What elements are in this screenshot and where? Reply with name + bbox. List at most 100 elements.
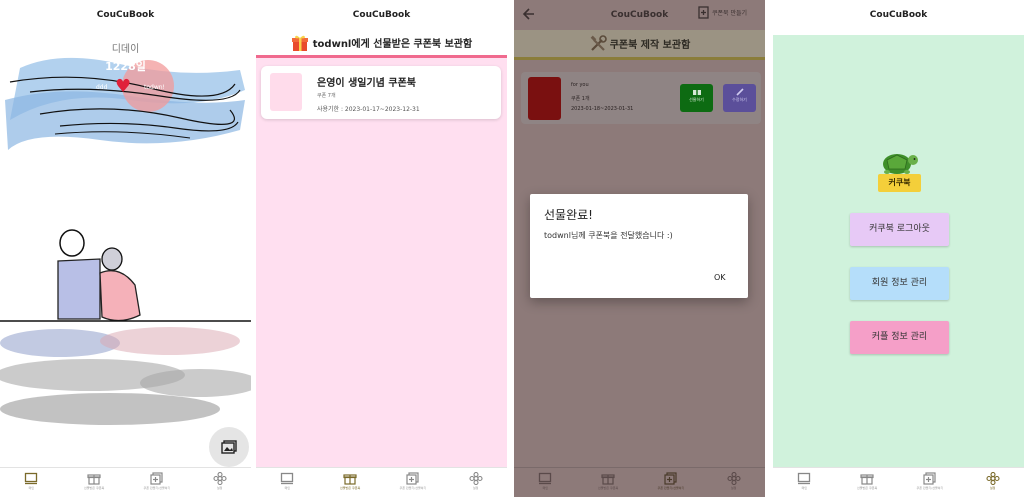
bottom-nav: 메인 선물받은 쿠폰북 쿠폰 만들기/선물하기 설정 [773, 467, 1024, 497]
nav-received[interactable]: 선물받은 쿠폰북 [577, 468, 640, 497]
coupon-book-card[interactable]: for you 쿠폰 1개 2023-01-18~2023-01-31 선물하기… [521, 72, 761, 124]
nav-label: 설정 [216, 486, 223, 490]
nav-settings[interactable]: 설정 [444, 468, 507, 497]
coupon-period: 2023-01-18~2023-01-31 [571, 106, 634, 112]
dday-count: 1228일 [105, 60, 146, 73]
made-header: 쿠폰북 제작 보관함 [514, 30, 765, 60]
dialog-title: 선물완료! [544, 208, 593, 222]
add-icon [923, 472, 936, 485]
made-header-title: 쿠폰북 제작 보관함 [609, 40, 691, 51]
settings-screen: CouCuBook 커쿠북 커쿠북 로그아웃 회원 정보 관리 커플 정보 관리… [773, 0, 1024, 497]
logout-button[interactable]: 커쿠북 로그아웃 [850, 213, 949, 246]
nav-label: 설정 [989, 486, 996, 490]
nav-home[interactable]: 메인 [773, 468, 836, 497]
partner-name-left: ddd [96, 84, 108, 91]
couple-info-button[interactable]: 커플 정보 관리 [850, 321, 949, 354]
home-board-icon [539, 472, 552, 485]
nav-home[interactable]: 메인 [0, 468, 63, 497]
gift-icon [860, 474, 874, 485]
nav-make[interactable]: 쿠폰 만들기/선물하기 [126, 468, 189, 497]
logo-label: 커쿠북 [878, 174, 921, 192]
add-icon [150, 472, 163, 485]
received-screen: CouCuBook todwnl에게 선물받은 쿠폰북 보관함 은영이 생일기념… [256, 0, 507, 497]
settings-icon [213, 472, 227, 485]
partner-name-right: todwn! [144, 84, 165, 91]
nav-settings[interactable]: 설정 [188, 468, 251, 497]
edit-button-label: 수정하기 [732, 97, 747, 102]
dialog-ok-button[interactable]: OK [714, 273, 726, 282]
nav-label: 쿠폰 만들기/선물하기 [143, 486, 171, 490]
turtle-logo-icon [883, 154, 918, 174]
settings-background [773, 35, 1024, 467]
settings-icon [986, 472, 1000, 485]
made-screen: CouCuBook 쿠폰북 만들기 쿠폰북 제작 보관함 for you 쿠폰 … [514, 0, 765, 497]
coupon-book-title: 은영이 생일기념 쿠폰북 [317, 78, 416, 89]
nav-label: 선물받은 쿠폰북 [856, 486, 878, 490]
nav-label: 메인 [542, 486, 549, 490]
settings-icon [727, 472, 741, 485]
nav-make[interactable]: 쿠폰 만들기/선물하기 [899, 468, 962, 497]
gift-button-label: 선물하기 [689, 97, 704, 102]
gift-box-icon [291, 35, 308, 51]
nav-label: 선물받은 쿠폰북 [597, 486, 619, 490]
nav-label: 쿠폰 만들기/선물하기 [916, 486, 944, 490]
nav-label: 설정 [472, 486, 479, 490]
app-title: CouCuBook [869, 10, 928, 20]
nav-settings[interactable]: 설정 [702, 468, 765, 497]
home-board-icon [798, 472, 811, 485]
nav-received[interactable]: 선물받은 쿠폰북 [836, 468, 899, 497]
bottom-nav: 메인 선물받은 쿠폰북 쿠폰 만들기/선물하기 설정 [256, 467, 507, 497]
bottom-nav: 메인 선물받은 쿠폰북 쿠폰 만들기/선물하기 설정 [514, 467, 765, 497]
nav-label: 메인 [801, 486, 808, 490]
heart-icon: ♥ [115, 76, 132, 97]
pencil-icon [735, 88, 744, 96]
nav-home[interactable]: 메인 [514, 468, 577, 497]
nav-label: 선물받은 쿠폰북 [339, 486, 361, 490]
coupon-book-card[interactable]: 은영이 생일기념 쿠폰북 쿠폰 7개 사용기한 : 2023-01-17~202… [261, 66, 501, 119]
gift-icon [87, 474, 101, 485]
app-title: CouCuBook [352, 10, 411, 20]
nav-received[interactable]: 선물받은 쿠폰북 [319, 468, 382, 497]
nav-received[interactable]: 선물받은 쿠폰북 [63, 468, 126, 497]
image-icon [221, 440, 237, 454]
home-board-icon [25, 472, 38, 485]
coupon-book-title: for you [571, 82, 589, 88]
add-icon [664, 472, 677, 485]
received-header: todwnl에게 선물받은 쿠폰북 보관함 [256, 30, 507, 58]
back-arrow-icon[interactable] [522, 7, 536, 21]
nav-label: 설정 [730, 486, 737, 490]
nav-label: 선물받은 쿠폰북 [83, 486, 105, 490]
coupon-count: 쿠폰 1개 [571, 96, 590, 102]
gift-complete-dialog: 선물완료! todwnl님께 쿠폰북을 전달했습니다 :) OK [530, 194, 748, 298]
edit-button[interactable]: 수정하기 [723, 84, 756, 112]
book-add-icon [698, 6, 709, 19]
dialog-message: todwnl님께 쿠폰북을 전달했습니다 :) [544, 231, 673, 240]
gift-icon [343, 474, 357, 485]
tools-icon [590, 34, 607, 51]
make-coupon-book-button[interactable]: 쿠폰북 만들기 [698, 6, 747, 19]
nav-settings[interactable]: 설정 [961, 468, 1024, 497]
member-info-button[interactable]: 회원 정보 관리 [850, 267, 949, 300]
nav-label: 쿠폰 만들기/선물하기 [399, 486, 427, 490]
make-coupon-book-label: 쿠폰북 만들기 [712, 10, 748, 17]
received-header-title: todwnl에게 선물받은 쿠폰북 보관함 [312, 39, 473, 50]
coupon-book-cover [270, 73, 302, 111]
settings-icon [469, 472, 483, 485]
home-screen: CouCuBook 디데이 1228일 ♥ ddd todwn! 메인 선물받은… [0, 0, 251, 497]
nav-label: 메인 [284, 486, 291, 490]
gift-icon [692, 90, 701, 95]
dday-label: 디데이 [111, 44, 140, 55]
coupon-book-cover [528, 77, 561, 120]
nav-home[interactable]: 메인 [256, 468, 319, 497]
change-photo-button[interactable] [209, 427, 249, 467]
nav-make[interactable]: 쿠폰 만들기/선물하기 [640, 468, 703, 497]
add-icon [406, 472, 419, 485]
nav-label: 쿠폰 만들기/선물하기 [657, 486, 685, 490]
app-title: CouCuBook [96, 10, 155, 20]
couple-illustration [0, 229, 251, 322]
gift-icon [601, 474, 615, 485]
gift-button[interactable]: 선물하기 [680, 84, 713, 112]
home-board-icon [281, 472, 294, 485]
coupon-period: 사용기한 : 2023-01-17~2023-12-31 [317, 106, 420, 113]
nav-make[interactable]: 쿠폰 만들기/선물하기 [382, 468, 445, 497]
